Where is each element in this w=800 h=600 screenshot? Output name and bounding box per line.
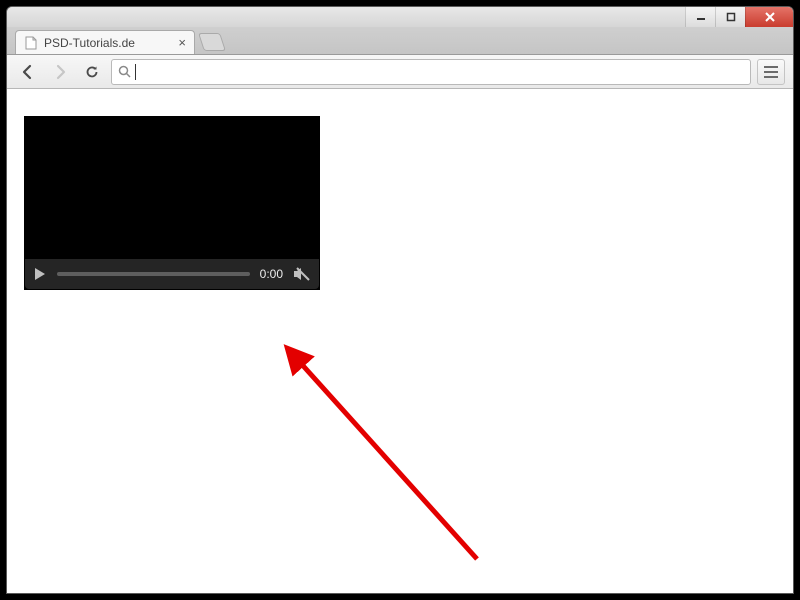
window-close-button[interactable]	[745, 7, 793, 27]
play-icon	[33, 267, 47, 281]
tab-title: PSD-Tutorials.de	[44, 36, 135, 50]
window-maximize-button[interactable]	[715, 7, 745, 27]
close-icon	[764, 11, 776, 23]
hamburger-icon	[764, 66, 778, 68]
window-minimize-button[interactable]	[685, 7, 715, 27]
browser-menu-button[interactable]	[757, 59, 785, 85]
video-controls-bar: 0:00	[25, 259, 319, 289]
screenshot-frame: PSD-Tutorials.de ×	[0, 0, 800, 600]
video-time-label: 0:00	[260, 267, 283, 281]
reload-button[interactable]	[79, 59, 105, 85]
video-seek-slider[interactable]	[57, 272, 250, 276]
annotation-arrow-icon	[277, 339, 537, 594]
video-mute-button[interactable]	[293, 266, 311, 282]
forward-button[interactable]	[47, 59, 73, 85]
search-icon	[118, 65, 131, 78]
arrow-right-icon	[52, 64, 68, 80]
minimize-icon	[696, 12, 706, 22]
video-play-button[interactable]	[33, 267, 47, 281]
browser-tab-active[interactable]: PSD-Tutorials.de ×	[15, 30, 195, 54]
speaker-muted-icon	[293, 266, 311, 282]
page-favicon-icon	[24, 36, 38, 50]
tab-close-button[interactable]: ×	[178, 35, 186, 50]
browser-toolbar	[7, 55, 793, 89]
window-controls	[685, 7, 793, 27]
text-caret	[135, 64, 136, 80]
tab-strip: PSD-Tutorials.de ×	[7, 27, 793, 55]
maximize-icon	[726, 12, 736, 22]
arrow-left-icon	[20, 64, 36, 80]
address-input[interactable]	[140, 61, 744, 83]
new-tab-button[interactable]	[198, 33, 226, 51]
reload-icon	[84, 64, 100, 80]
window-titlebar	[7, 7, 793, 27]
video-player[interactable]: 0:00	[25, 117, 319, 289]
page-viewport: 0:00	[7, 89, 793, 593]
browser-window: PSD-Tutorials.de ×	[6, 6, 794, 594]
address-bar[interactable]	[111, 59, 751, 85]
back-button[interactable]	[15, 59, 41, 85]
